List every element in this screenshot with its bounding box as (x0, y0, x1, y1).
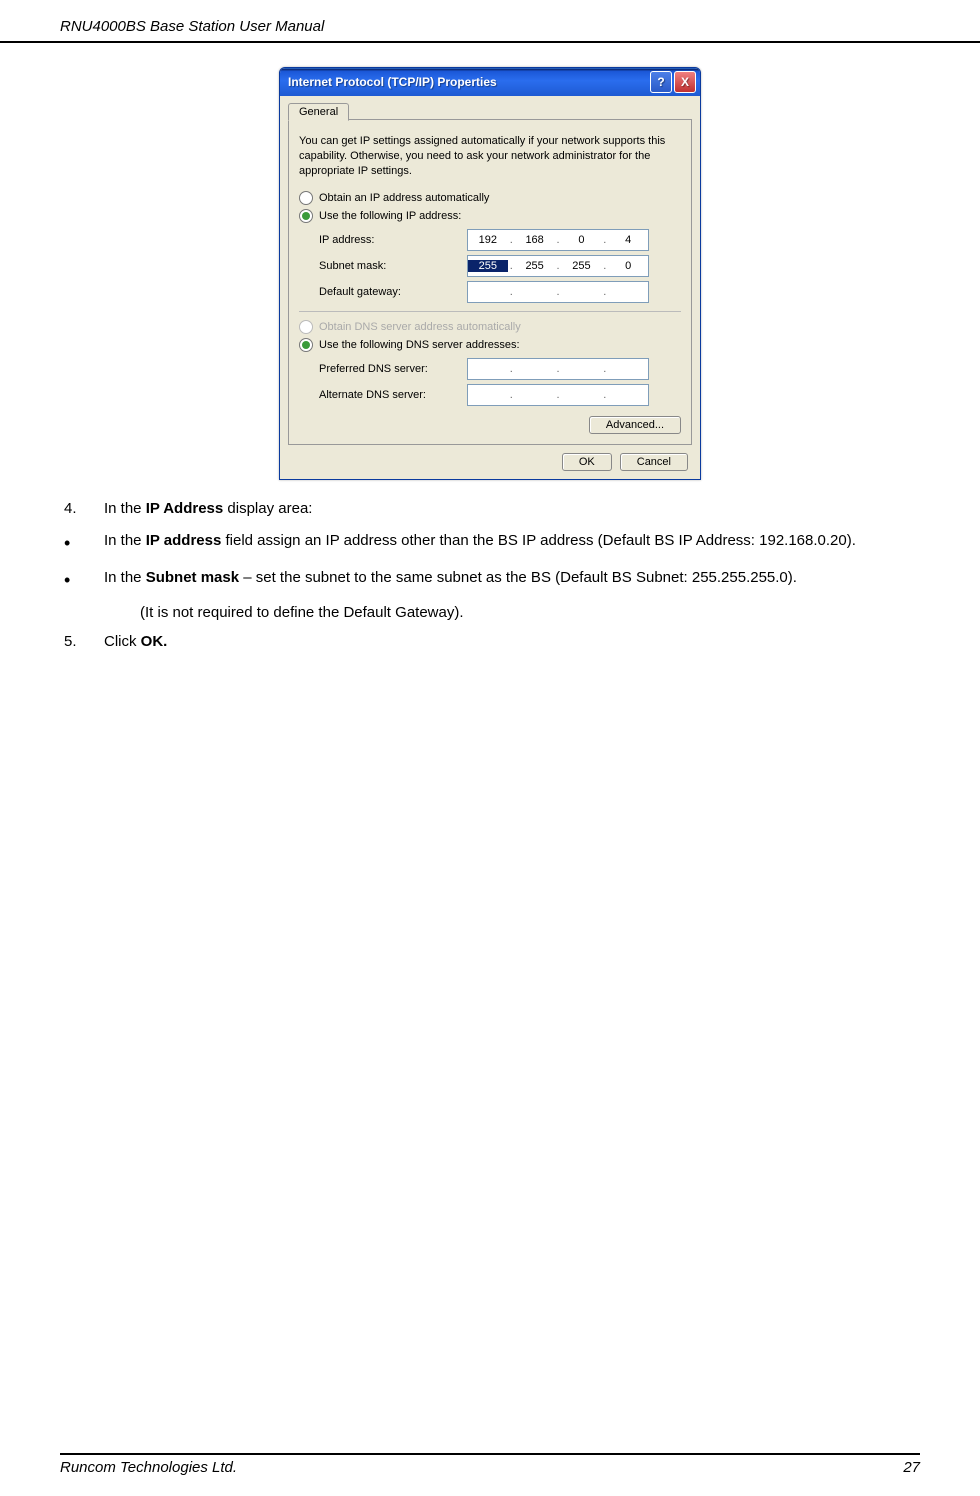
radio-icon (299, 209, 313, 223)
ip-octet-4: 4 (608, 234, 648, 246)
step-number: 5. (60, 631, 104, 654)
step-number: 4. (60, 498, 104, 521)
window-buttons: ? X (650, 71, 696, 93)
close-button[interactable]: X (674, 71, 696, 93)
radio-label: Use the following DNS server addresses: (319, 339, 520, 351)
tab-general[interactable]: General (288, 103, 349, 121)
help-icon: ? (657, 75, 664, 89)
ip-fields: IP address: 192. 168. 0. 4 Subnet mask: (319, 229, 681, 303)
alternate-dns-input[interactable]: . . . (467, 384, 649, 406)
step-text: Click OK. (104, 631, 920, 654)
subnet-octet-2: 255 (515, 260, 555, 272)
advanced-row: Advanced... (299, 416, 681, 434)
ip-address-input[interactable]: 192. 168. 0. 4 (467, 229, 649, 251)
step-text: In the IP Address display area: (104, 498, 920, 521)
gateway-label: Default gateway: (319, 286, 459, 298)
footer-page-number: 27 (903, 1459, 920, 1476)
subnet-mask-input[interactable]: 255. 255. 255. 0 (467, 255, 649, 277)
subnet-octet-3: 255 (562, 260, 602, 272)
radio-icon (299, 191, 313, 205)
help-button[interactable]: ? (650, 71, 672, 93)
preferred-dns-label: Preferred DNS server: (319, 363, 459, 375)
ip-octet-2: 168 (515, 234, 555, 246)
page-header: RNU4000BS Base Station User Manual (0, 0, 980, 43)
preferred-dns-input[interactable]: . . . (467, 358, 649, 380)
gateway-input[interactable]: . . . (467, 281, 649, 303)
alternate-dns-label: Alternate DNS server: (319, 389, 459, 401)
description-text: You can get IP settings assigned automat… (299, 134, 681, 179)
step-4: 4. In the IP Address display area: (60, 498, 920, 521)
close-icon: X (681, 75, 689, 89)
dns-fields: Preferred DNS server: . . . Alternate DN… (319, 358, 681, 406)
tab-panel-general: You can get IP settings assigned automat… (288, 119, 692, 445)
bullet-icon (60, 530, 104, 557)
page-content: Internet Protocol (TCP/IP) Properties ? … (0, 43, 980, 654)
radio-obtain-ip[interactable]: Obtain an IP address automatically (299, 191, 681, 205)
page-footer: Runcom Technologies Ltd. 27 (60, 1453, 920, 1476)
tab-strip: General (288, 102, 692, 120)
subnet-octet-4: 0 (608, 260, 648, 272)
radio-use-ip[interactable]: Use the following IP address: (299, 209, 681, 223)
dialog-body: General You can get IP settings assigned… (280, 96, 700, 479)
radio-label: Use the following IP address: (319, 210, 461, 222)
ip-address-label: IP address: (319, 234, 459, 246)
radio-label: Obtain DNS server address automatically (319, 321, 521, 333)
radio-icon (299, 320, 313, 334)
header-title: RNU4000BS Base Station User Manual (60, 18, 324, 35)
cancel-button[interactable]: Cancel (620, 453, 688, 471)
tcpip-properties-dialog: Internet Protocol (TCP/IP) Properties ? … (279, 67, 701, 480)
group-separator (299, 311, 681, 312)
bullet-text: In the IP address field assign an IP add… (104, 530, 920, 557)
ip-octet-3: 0 (562, 234, 602, 246)
dialog-container: Internet Protocol (TCP/IP) Properties ? … (60, 67, 920, 480)
instruction-steps: 4. In the IP Address display area: In th… (60, 498, 920, 654)
radio-icon (299, 338, 313, 352)
subnet-octet-1: 255 (468, 260, 508, 272)
bullet-subnet-mask: In the Subnet mask – set the subnet to t… (60, 567, 920, 594)
bullet-text: In the Subnet mask – set the subnet to t… (104, 567, 920, 594)
ok-button[interactable]: OK (562, 453, 612, 471)
footer-company: Runcom Technologies Ltd. (60, 1459, 237, 1476)
bullet-icon (60, 567, 104, 594)
radio-obtain-dns: Obtain DNS server address automatically (299, 320, 681, 334)
advanced-button[interactable]: Advanced... (589, 416, 681, 434)
ip-octet-1: 192 (468, 234, 508, 246)
gateway-note: (It is not required to define the Defaul… (140, 604, 920, 621)
window-title: Internet Protocol (TCP/IP) Properties (288, 75, 650, 89)
title-bar: Internet Protocol (TCP/IP) Properties ? … (280, 68, 700, 96)
bullet-ip-address: In the IP address field assign an IP add… (60, 530, 920, 557)
subnet-mask-label: Subnet mask: (319, 260, 459, 272)
dialog-actions: OK Cancel (288, 445, 692, 471)
radio-use-dns[interactable]: Use the following DNS server addresses: (299, 338, 681, 352)
step-5: 5. Click OK. (60, 631, 920, 654)
radio-label: Obtain an IP address automatically (319, 192, 489, 204)
